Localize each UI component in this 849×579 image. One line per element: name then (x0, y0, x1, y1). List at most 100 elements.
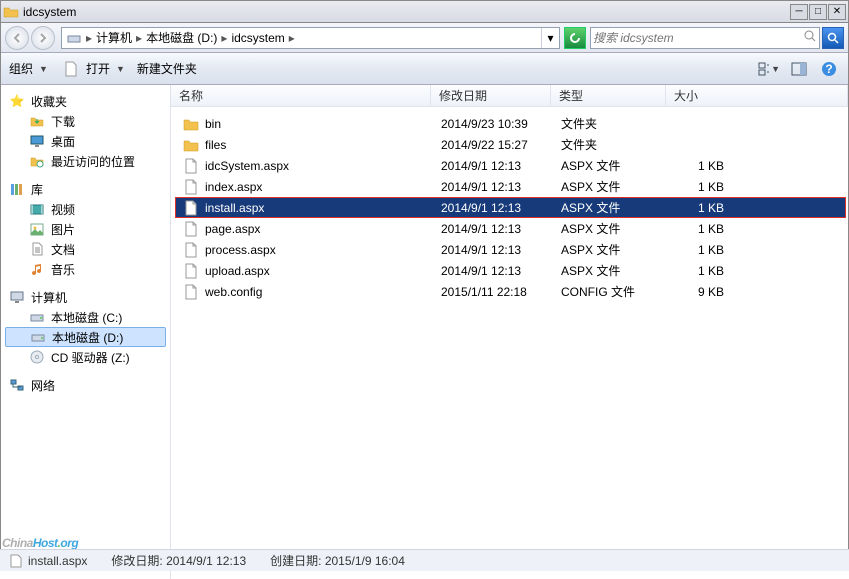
file-icon (183, 263, 199, 279)
file-name: web.config (205, 285, 262, 299)
maximize-button[interactable]: □ (809, 4, 827, 20)
sidebar-item-drive-d[interactable]: 本地磁盘 (D:) (5, 327, 166, 347)
main: ⭐收藏夹 下载 桌面 最近访问的位置 库 视频 图片 文档 音乐 计算机 本地磁… (1, 85, 848, 579)
file-icon (183, 179, 199, 195)
file-name: index.aspx (205, 180, 262, 194)
col-date[interactable]: 修改日期 (431, 85, 551, 106)
file-list[interactable]: bin2014/9/23 10:39文件夹files2014/9/22 15:2… (171, 107, 848, 579)
file-type: ASPX 文件 (555, 199, 670, 216)
titlebar: idcsystem ─ □ ✕ (1, 1, 848, 23)
file-icon (183, 200, 199, 216)
file-icon (183, 158, 199, 174)
file-size: 9 KB (670, 285, 730, 299)
status-created: 2015/1/9 16:04 (325, 554, 405, 568)
download-icon (29, 113, 45, 129)
sidebar-item-music[interactable]: 音乐 (3, 259, 168, 279)
forward-button[interactable] (31, 26, 55, 50)
document-icon (29, 241, 45, 257)
file-type: ASPX 文件 (555, 262, 670, 279)
sidebar-item-recent[interactable]: 最近访问的位置 (3, 151, 168, 171)
sidebar-computer[interactable]: 计算机 (3, 287, 168, 307)
minimize-button[interactable]: ─ (790, 4, 808, 20)
preview-pane-button[interactable] (788, 58, 810, 80)
file-icon (60, 58, 82, 80)
file-name: bin (205, 117, 221, 131)
view-button[interactable]: ▼ (758, 58, 780, 80)
desktop-icon (29, 133, 45, 149)
sidebar-item-drive-c[interactable]: 本地磁盘 (C:) (3, 307, 168, 327)
crumb-computer[interactable]: 计算机 (96, 29, 132, 46)
file-type: 文件夹 (555, 136, 670, 153)
back-button[interactable] (5, 26, 29, 50)
file-date: 2014/9/1 12:13 (435, 201, 555, 215)
col-type[interactable]: 类型 (551, 85, 666, 106)
sidebar-item-videos[interactable]: 视频 (3, 199, 168, 219)
search-go-button[interactable] (822, 27, 844, 49)
col-name[interactable]: 名称 (171, 85, 431, 106)
sidebar-item-cd-drive[interactable]: CD 驱动器 (Z:) (3, 347, 168, 367)
organize-button[interactable]: 组织▼ (9, 60, 48, 77)
file-date: 2014/9/1 12:13 (435, 264, 555, 278)
cd-icon (29, 349, 45, 365)
address-bar[interactable]: ▸ 计算机 ▸ 本地磁盘 (D:) ▸ idcsystem ▸ ▾ (61, 27, 560, 49)
file-type: ASPX 文件 (555, 157, 670, 174)
file-row[interactable]: page.aspx2014/9/1 12:13ASPX 文件1 KB (175, 218, 846, 239)
file-date: 2014/9/1 12:13 (435, 180, 555, 194)
status-filename: install.aspx (28, 554, 87, 568)
status-modified: 2014/9/1 12:13 (166, 554, 246, 568)
close-button[interactable]: ✕ (828, 4, 846, 20)
sidebar-item-downloads[interactable]: 下载 (3, 111, 168, 131)
recent-icon (29, 153, 45, 169)
sidebar-item-desktop[interactable]: 桌面 (3, 131, 168, 151)
search-box[interactable] (590, 27, 820, 49)
help-button[interactable]: ? (818, 58, 840, 80)
star-icon: ⭐ (9, 93, 25, 109)
file-name: install.aspx (205, 201, 264, 215)
crumb-drive[interactable]: 本地磁盘 (D:) (146, 29, 217, 46)
file-date: 2015/1/11 22:18 (435, 285, 555, 299)
library-icon (9, 181, 25, 197)
file-type: 文件夹 (555, 115, 670, 132)
col-size[interactable]: 大小 (666, 85, 848, 106)
sidebar-libraries[interactable]: 库 (3, 179, 168, 199)
chevron-down-icon: ▼ (116, 64, 125, 74)
file-icon (183, 284, 199, 300)
file-row[interactable]: install.aspx2014/9/1 12:13ASPX 文件1 KB (175, 197, 846, 218)
crumb-folder[interactable]: idcsystem (231, 31, 284, 45)
file-row[interactable]: files2014/9/22 15:27文件夹 (175, 134, 846, 155)
svg-text:?: ? (825, 62, 832, 76)
file-type: ASPX 文件 (555, 178, 670, 195)
file-name: process.aspx (205, 243, 276, 257)
file-row[interactable]: index.aspx2014/9/1 12:13ASPX 文件1 KB (175, 176, 846, 197)
file-icon (183, 242, 199, 258)
file-date: 2014/9/1 12:13 (435, 222, 555, 236)
picture-icon (29, 221, 45, 237)
file-row[interactable]: upload.aspx2014/9/1 12:13ASPX 文件1 KB (175, 260, 846, 281)
open-button[interactable]: 打开▼ (60, 58, 125, 80)
file-date: 2014/9/22 15:27 (435, 138, 555, 152)
file-size: 1 KB (670, 243, 730, 257)
sidebar-item-documents[interactable]: 文档 (3, 239, 168, 259)
toolbar: 组织▼ 打开▼ 新建文件夹 ▼ ? (1, 53, 848, 85)
file-type: ASPX 文件 (555, 241, 670, 258)
file-row[interactable]: idcSystem.aspx2014/9/1 12:13ASPX 文件1 KB (175, 155, 846, 176)
file-row[interactable]: web.config 2015/1/11 22:18CONFIG 文件9 KB (175, 281, 846, 302)
file-row[interactable]: bin2014/9/23 10:39文件夹 (175, 113, 846, 134)
file-size: 1 KB (670, 222, 730, 236)
search-input[interactable] (593, 31, 803, 45)
drive-icon (30, 329, 46, 345)
sidebar-favorites[interactable]: ⭐收藏夹 (3, 91, 168, 111)
file-icon (8, 553, 24, 569)
sidebar-item-pictures[interactable]: 图片 (3, 219, 168, 239)
content-pane: 名称 修改日期 类型 大小 bin2014/9/23 10:39文件夹files… (171, 85, 848, 579)
file-type: CONFIG 文件 (555, 283, 670, 300)
file-name: page.aspx (205, 222, 260, 236)
address-dropdown[interactable]: ▾ (541, 28, 559, 48)
new-folder-button[interactable]: 新建文件夹 (137, 60, 197, 77)
folder-icon (3, 4, 19, 20)
column-headers: 名称 修改日期 类型 大小 (171, 85, 848, 107)
sidebar-network[interactable]: 网络 (3, 375, 168, 395)
refresh-button[interactable] (564, 27, 586, 49)
folder-icon (183, 116, 199, 132)
file-row[interactable]: process.aspx2014/9/1 12:13ASPX 文件1 KB (175, 239, 846, 260)
